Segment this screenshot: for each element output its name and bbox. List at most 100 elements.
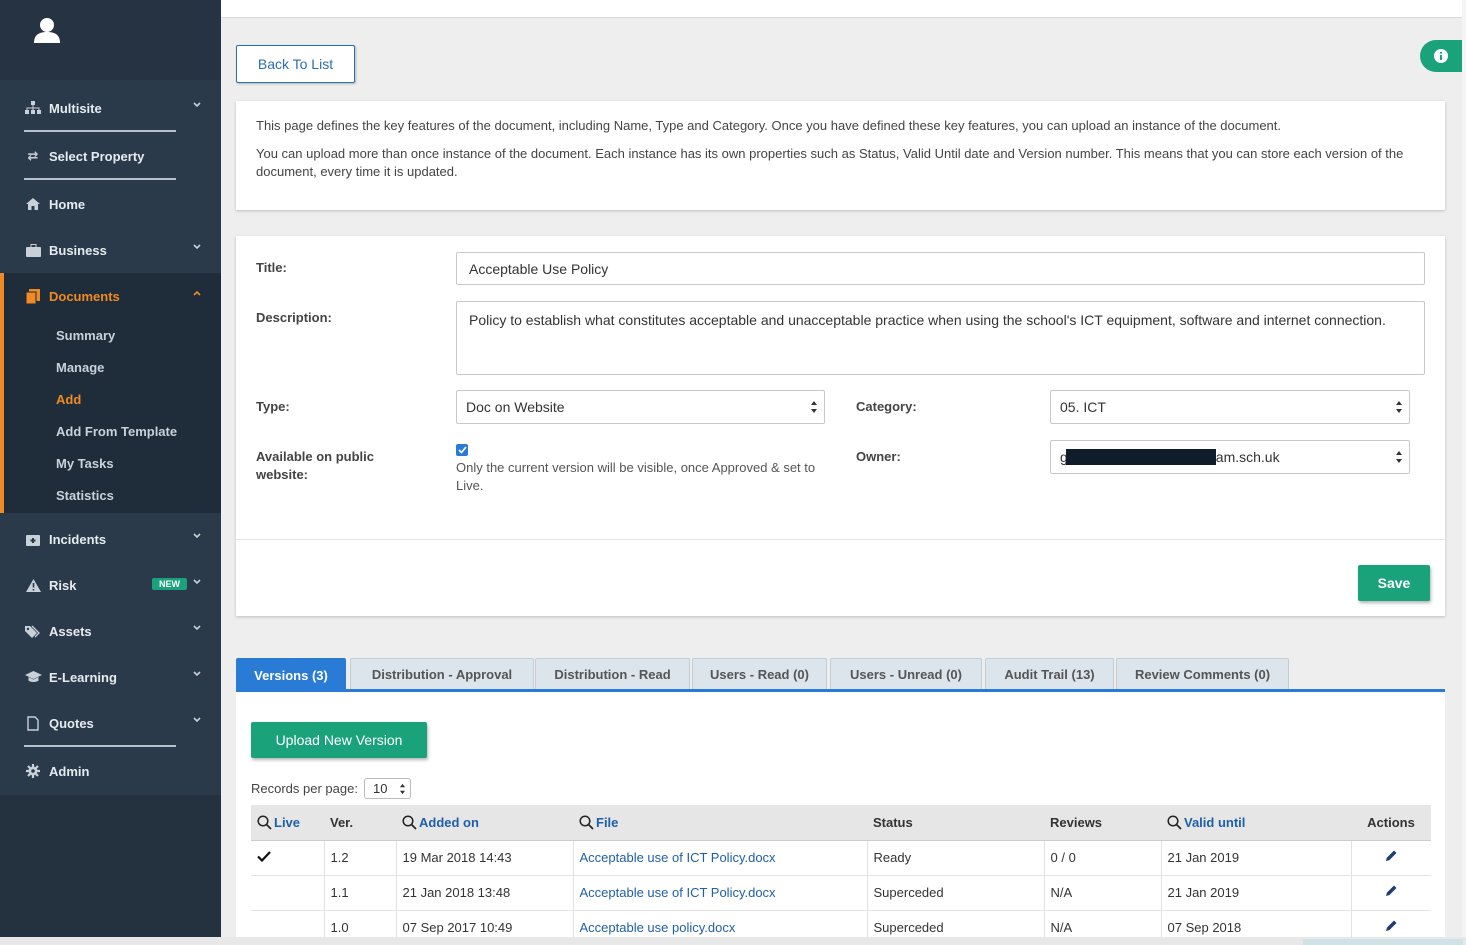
column-header-valid-until[interactable]: Valid until <box>1161 805 1351 841</box>
sidebar-item-label: E-Learning <box>49 669 117 685</box>
sidebar-item-business[interactable]: Business <box>0 230 221 270</box>
divider <box>24 130 176 132</box>
version-cell: 1.2 <box>324 840 397 876</box>
title-input[interactable]: Acceptable Use Policy <box>456 252 1425 285</box>
file-cell: Acceptable use of ICT Policy.docx <box>573 840 868 876</box>
category-label: Category: <box>856 399 917 414</box>
sidebar-item-label: Incidents <box>49 531 107 547</box>
medkit-icon <box>24 533 42 546</box>
file-link[interactable]: Acceptable use of ICT Policy.docx <box>580 850 776 865</box>
records-per-page-select[interactable]: 10 <box>364 778 411 799</box>
sidebar-item-label: Assets <box>49 623 92 639</box>
sidebar-item-home[interactable]: Home <box>0 184 221 224</box>
type-value: Doc on Website <box>466 399 565 415</box>
column-header-actions: Actions <box>1351 805 1431 841</box>
sidebar-subitem-add[interactable]: Add <box>56 392 81 407</box>
search-icon <box>1167 815 1182 830</box>
check-icon <box>457 446 467 454</box>
sidebar-item-label: Quotes <box>49 715 94 731</box>
search-icon <box>402 815 417 830</box>
sidebar-item-label: Admin <box>49 763 90 779</box>
sidebar-item-admin[interactable]: Admin <box>0 751 221 791</box>
tab-review-comments[interactable]: Review Comments (0) <box>1116 658 1289 689</box>
tab-distribution-approval[interactable]: Distribution - Approval <box>350 658 534 689</box>
type-label: Type: <box>256 399 290 414</box>
sidebar: Multisite ⇄ Select Property Home Busines… <box>0 0 221 945</box>
column-header-live[interactable]: Live <box>251 805 324 841</box>
tab-audit-trail[interactable]: Audit Trail (13) <box>985 658 1114 689</box>
exchange-icon: ⇄ <box>27 148 39 163</box>
upload-new-version-button[interactable]: Upload New Version <box>251 722 427 758</box>
tab-users-read[interactable]: Users - Read (0) <box>692 658 827 689</box>
category-select[interactable]: 05. ICT <box>1050 390 1410 424</box>
info-button[interactable] <box>1420 40 1462 72</box>
user-bar <box>0 0 221 80</box>
owner-value-suffix: am.sch.uk <box>1215 449 1280 465</box>
records-per-page-value: 10 <box>373 781 388 796</box>
vertical-scrollbar[interactable] <box>1462 0 1466 945</box>
divider <box>236 539 1445 540</box>
sidebar-subitem-statistics[interactable]: Statistics <box>56 488 114 503</box>
file-link[interactable]: Acceptable use policy.docx <box>580 920 736 935</box>
sidebar-subitem-my-tasks[interactable]: My Tasks <box>56 456 114 471</box>
tab-versions[interactable]: Versions (3) <box>236 658 346 691</box>
sidebar-item-label: Multisite <box>49 100 102 116</box>
sidebar-item-quotes[interactable]: Quotes <box>0 703 221 743</box>
sidebar-item-risk[interactable]: Risk NEW <box>0 565 221 605</box>
sidebar-item-incidents[interactable]: Incidents <box>0 519 221 559</box>
column-header-file[interactable]: File <box>573 805 867 841</box>
graduation-cap-icon <box>24 671 42 683</box>
owner-select[interactable]: g am.sch.uk <box>1050 440 1410 474</box>
description-textarea[interactable]: Policy to establish what constitutes acc… <box>456 301 1425 375</box>
sidebar-item-elearning[interactable]: E-Learning <box>0 657 221 697</box>
sidebar-item-multisite[interactable]: Multisite <box>0 88 221 128</box>
tab-distribution-read[interactable]: Distribution - Read <box>535 658 690 689</box>
chevron-up-icon <box>193 290 201 296</box>
sidebar-item-documents[interactable]: Documents <box>0 276 221 316</box>
column-header-added-on[interactable]: Added on <box>396 805 573 841</box>
description-label: Description: <box>256 310 332 325</box>
scrollbar-thumb[interactable] <box>1303 939 1463 945</box>
public-website-checkbox[interactable] <box>456 444 468 456</box>
new-badge: NEW <box>152 578 187 590</box>
intro-panel: This page defines the key features of th… <box>236 101 1445 210</box>
pencil-icon[interactable] <box>1384 919 1398 933</box>
back-to-list-button[interactable]: Back To List <box>236 45 355 83</box>
pencil-icon[interactable] <box>1384 849 1398 863</box>
chevron-down-icon <box>193 717 201 723</box>
sidebar-subitem-summary[interactable]: Summary <box>56 328 115 343</box>
horizontal-scrollbar[interactable] <box>0 937 1466 945</box>
sidebar-item-label: Documents <box>49 288 120 304</box>
user-icon[interactable] <box>33 16 61 44</box>
sidebar-subitem-add-from-template[interactable]: Add From Template <box>56 424 177 439</box>
valid-until-cell: 21 Jan 2019 <box>1161 840 1352 876</box>
sidebar-footer <box>0 795 221 945</box>
divider <box>24 745 176 747</box>
pencil-icon[interactable] <box>1384 884 1398 898</box>
table-row: 1.2 19 Mar 2018 14:43 Acceptable use of … <box>251 840 1431 876</box>
added-on-cell: 21 Jan 2018 13:48 <box>396 875 574 911</box>
tab-users-unread[interactable]: Users - Unread (0) <box>830 658 982 689</box>
reviews-cell: 0 / 0 <box>1044 840 1162 876</box>
search-icon <box>257 815 272 830</box>
chevron-down-icon <box>193 671 201 677</box>
type-select[interactable]: Doc on Website <box>456 390 825 424</box>
info-icon <box>1434 49 1448 63</box>
sidebar-subitem-manage[interactable]: Manage <box>56 360 104 375</box>
records-per-page-label: Records per page: <box>251 781 358 796</box>
file-link[interactable]: Acceptable use of ICT Policy.docx <box>580 885 776 900</box>
intro-text: You can upload more than once instance o… <box>256 146 1404 179</box>
valid-until-cell: 21 Jan 2019 <box>1161 875 1352 911</box>
live-cell <box>251 875 325 911</box>
actions-cell <box>1351 840 1431 876</box>
gear-icon <box>24 764 42 778</box>
owner-label: Owner: <box>856 449 901 464</box>
versions-table: Live Ver. Added on File Status Reviews V… <box>251 805 1431 945</box>
save-button[interactable]: Save <box>1358 565 1430 601</box>
version-cell: 1.1 <box>324 875 397 911</box>
public-website-note: Only the current version will be visible… <box>456 460 816 493</box>
chevron-down-icon <box>193 102 201 108</box>
sidebar-item-select-property[interactable]: ⇄ Select Property <box>0 136 221 176</box>
sidebar-item-assets[interactable]: Assets <box>0 611 221 651</box>
tags-icon <box>24 625 42 638</box>
